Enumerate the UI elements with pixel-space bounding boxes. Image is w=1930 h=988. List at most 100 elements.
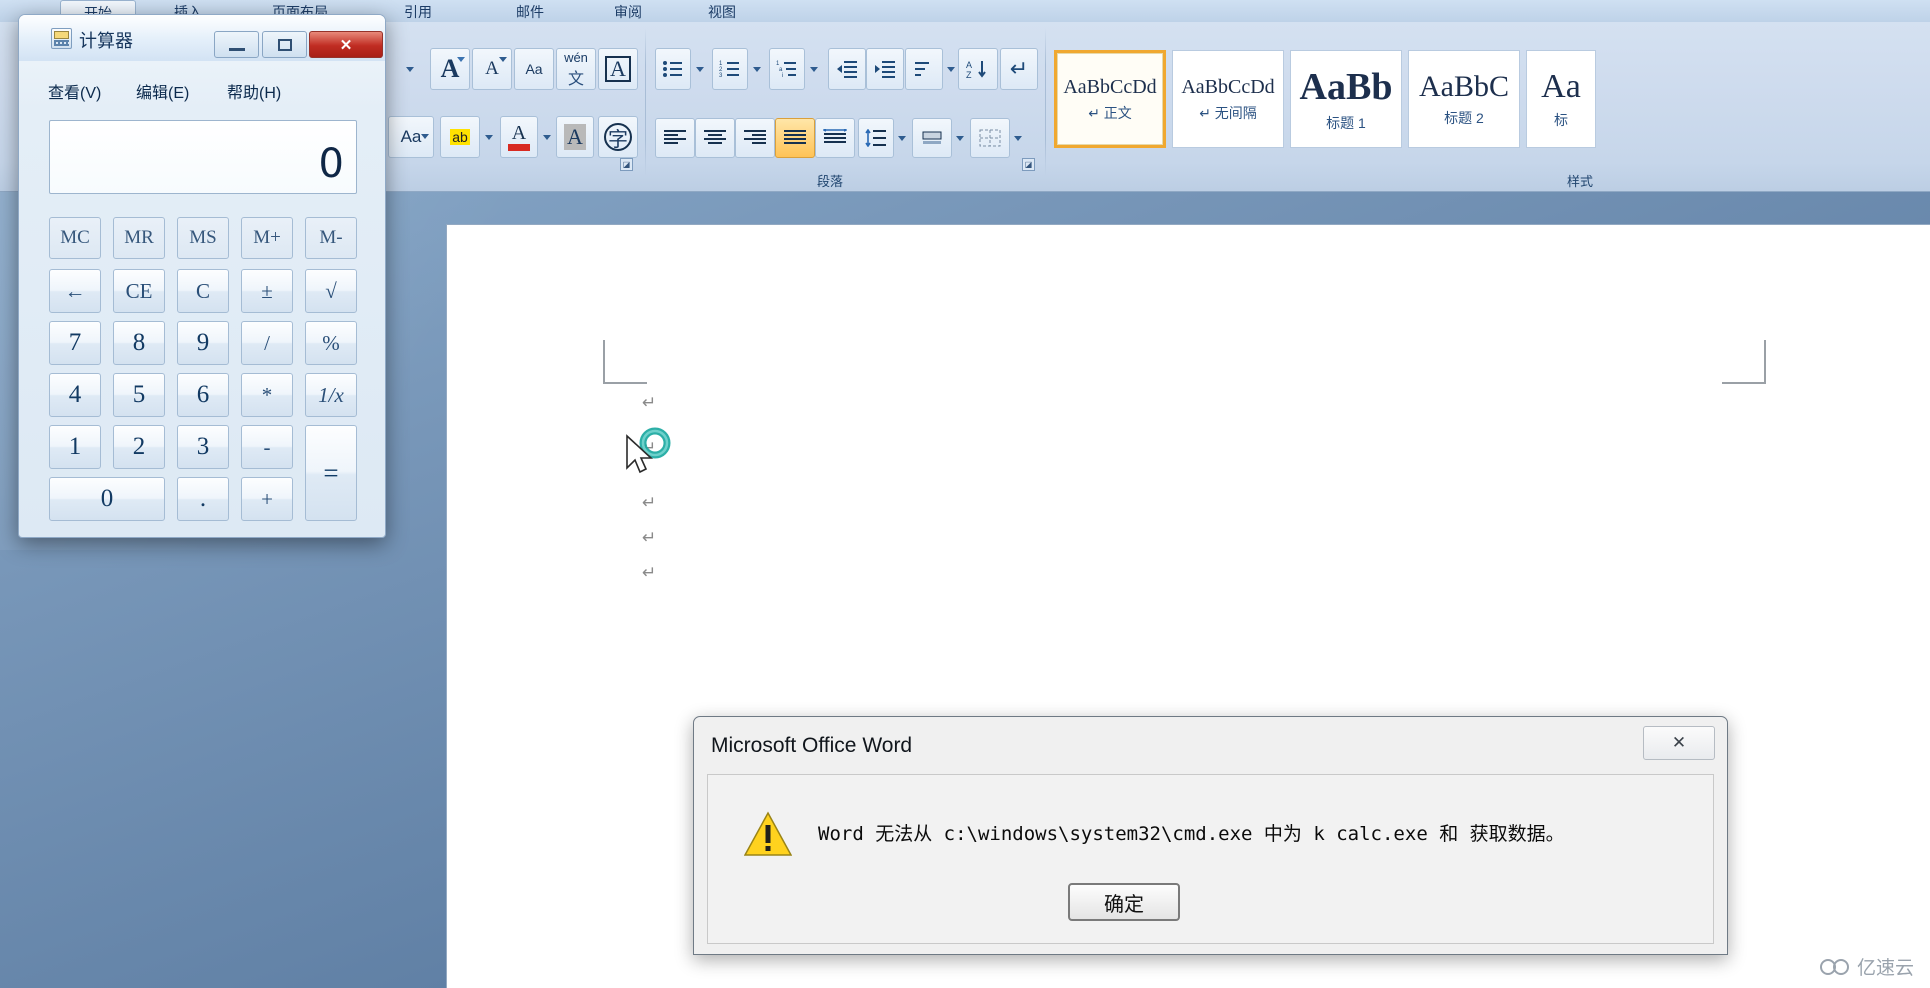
paragraph-group-dialog-launcher[interactable]: ◪ bbox=[1022, 158, 1035, 171]
key-8[interactable]: 8 bbox=[113, 321, 165, 365]
key-4[interactable]: 4 bbox=[49, 373, 101, 417]
bullets-caret[interactable] bbox=[691, 48, 709, 90]
style-item-heading-2[interactable]: AaBbC 标题 2 bbox=[1408, 50, 1520, 148]
tab-references[interactable]: 引用 bbox=[380, 0, 456, 22]
shrink-font-button[interactable]: A bbox=[472, 48, 512, 90]
font-group-dialog-launcher[interactable]: ◪ bbox=[620, 158, 633, 171]
key-backspace[interactable]: ← bbox=[49, 269, 101, 313]
shading-caret[interactable] bbox=[952, 118, 968, 158]
bullets-button[interactable] bbox=[655, 48, 691, 90]
tab-mailings[interactable]: 邮件 bbox=[492, 0, 568, 22]
dialog-close-button[interactable]: ✕ bbox=[1643, 726, 1715, 760]
key-memory-store[interactable]: MS bbox=[177, 217, 229, 259]
pilcrow-icon: ↵ bbox=[1009, 56, 1029, 81]
line-spacing-button[interactable] bbox=[858, 118, 894, 158]
dialog-title: Microsoft Office Word bbox=[711, 734, 913, 757]
key-plus-minus[interactable]: ± bbox=[241, 269, 293, 313]
character-border-button[interactable]: A bbox=[598, 48, 638, 90]
phonetic-guide-button[interactable]: wén 文 bbox=[556, 48, 596, 90]
key-0[interactable]: 0 bbox=[49, 477, 165, 521]
key-decimal[interactable]: . bbox=[177, 477, 229, 521]
increase-indent-button[interactable] bbox=[866, 48, 904, 90]
multilevel-list-button[interactable]: 1ai bbox=[769, 48, 805, 90]
key-multiply[interactable]: * bbox=[241, 373, 293, 417]
key-9[interactable]: 9 bbox=[177, 321, 229, 365]
menu-view[interactable]: 查看(V) bbox=[44, 77, 105, 105]
dialog-ok-button[interactable]: 确定 bbox=[1068, 883, 1180, 921]
font-color-caret[interactable] bbox=[538, 116, 556, 158]
highlighter-icon: ab bbox=[450, 129, 470, 145]
align-center-button[interactable] bbox=[695, 118, 735, 158]
sort-az-button[interactable]: AZ bbox=[958, 48, 998, 90]
font-style-button[interactable]: Aa bbox=[388, 116, 434, 158]
align-right-button[interactable] bbox=[735, 118, 775, 158]
close-button[interactable]: ✕ bbox=[309, 31, 383, 58]
decrease-indent-button[interactable] bbox=[828, 48, 866, 90]
key-7[interactable]: 7 bbox=[49, 321, 101, 365]
key-memory-recall[interactable]: MR bbox=[113, 217, 165, 259]
key-3[interactable]: 3 bbox=[177, 425, 229, 469]
show-formatting-marks-button[interactable]: ↵ bbox=[1000, 48, 1038, 90]
align-justify-button[interactable] bbox=[775, 118, 815, 158]
style-item-title[interactable]: Aa 标 bbox=[1526, 50, 1596, 148]
calculator-window: 计算器 ✕ 查看(V) 编辑(E) 帮助(H) 0 MC MR MS M+ M-… bbox=[18, 14, 386, 538]
sort-caret[interactable] bbox=[943, 48, 959, 90]
line-spacing-caret[interactable] bbox=[894, 118, 910, 158]
key-2[interactable]: 2 bbox=[113, 425, 165, 469]
numbering-caret[interactable] bbox=[748, 48, 766, 90]
key-add[interactable]: + bbox=[241, 477, 293, 521]
key-equals[interactable]: = bbox=[305, 425, 357, 521]
key-subtract[interactable]: - bbox=[241, 425, 293, 469]
style-sample: AaBbCcDd bbox=[1181, 75, 1275, 98]
key-memory-add[interactable]: M+ bbox=[241, 217, 293, 259]
multilevel-caret[interactable] bbox=[805, 48, 823, 90]
key-memory-clear[interactable]: MC bbox=[49, 217, 101, 259]
key-reciprocal[interactable]: 1/x bbox=[305, 373, 357, 417]
busy-working-cursor-icon bbox=[626, 427, 671, 474]
distributed-icon bbox=[823, 129, 847, 143]
text-highlight-button[interactable]: ab bbox=[440, 116, 480, 158]
menu-help[interactable]: 帮助(H) bbox=[223, 77, 285, 105]
style-name: 标题 1 bbox=[1326, 115, 1366, 131]
tab-review[interactable]: 审阅 bbox=[590, 0, 666, 22]
style-item-no-spacing[interactable]: AaBbCcDd ↵ 无间隔 bbox=[1172, 50, 1284, 148]
key-divide[interactable]: / bbox=[241, 321, 293, 365]
text-highlight-caret[interactable] bbox=[480, 116, 498, 158]
shading-button[interactable] bbox=[912, 118, 952, 158]
maximize-button[interactable] bbox=[262, 31, 307, 58]
tab-view[interactable]: 视图 bbox=[684, 0, 760, 22]
grow-font-button[interactable]: A bbox=[430, 48, 470, 90]
numbered-list-icon: 123 bbox=[719, 61, 739, 79]
character-shading-button[interactable]: A bbox=[556, 116, 594, 158]
borders-caret[interactable] bbox=[1010, 118, 1026, 158]
change-case-button[interactable]: Aa bbox=[514, 48, 554, 90]
key-1[interactable]: 1 bbox=[49, 425, 101, 469]
cloud-logo-icon bbox=[1819, 958, 1849, 975]
key-6[interactable]: 6 bbox=[177, 373, 229, 417]
dialog-message-text: Word 无法从 c:\windows\system32\cmd.exe 中为 … bbox=[818, 823, 1565, 845]
key-5[interactable]: 5 bbox=[113, 373, 165, 417]
chevron-down-icon bbox=[406, 66, 414, 72]
minimize-button[interactable] bbox=[214, 31, 259, 58]
distributed-align-button[interactable] bbox=[815, 118, 855, 158]
font-size-dropdown-caret[interactable] bbox=[392, 52, 428, 86]
quick-styles-gallery[interactable]: AaBbCcDd ↵ 正文 AaBbCcDd ↵ 无间隔 AaBb 标题 1 A… bbox=[1054, 50, 1596, 148]
sort-button[interactable] bbox=[905, 48, 943, 90]
style-item-heading-1[interactable]: AaBb 标题 1 bbox=[1290, 50, 1402, 148]
key-percent[interactable]: % bbox=[305, 321, 357, 365]
paragraph-mark: ↵ bbox=[642, 393, 657, 413]
font-color-button[interactable]: A bbox=[500, 116, 538, 158]
svg-text:A: A bbox=[966, 60, 972, 70]
borders-button[interactable] bbox=[970, 118, 1010, 158]
calculator-titlebar[interactable]: 计算器 ✕ bbox=[19, 15, 385, 61]
key-square-root[interactable]: √ bbox=[305, 269, 357, 313]
align-left-button[interactable] bbox=[655, 118, 695, 158]
enclose-characters-button[interactable]: 字 bbox=[598, 116, 638, 158]
key-memory-subtract[interactable]: M- bbox=[305, 217, 357, 259]
style-item-normal[interactable]: AaBbCcDd ↵ 正文 bbox=[1054, 50, 1166, 148]
menu-edit[interactable]: 编辑(E) bbox=[132, 77, 193, 105]
key-clear[interactable]: C bbox=[177, 269, 229, 313]
key-clear-entry[interactable]: CE bbox=[113, 269, 165, 313]
style-name: ↵ 无间隔 bbox=[1199, 104, 1257, 121]
numbering-button[interactable]: 123 bbox=[712, 48, 748, 90]
